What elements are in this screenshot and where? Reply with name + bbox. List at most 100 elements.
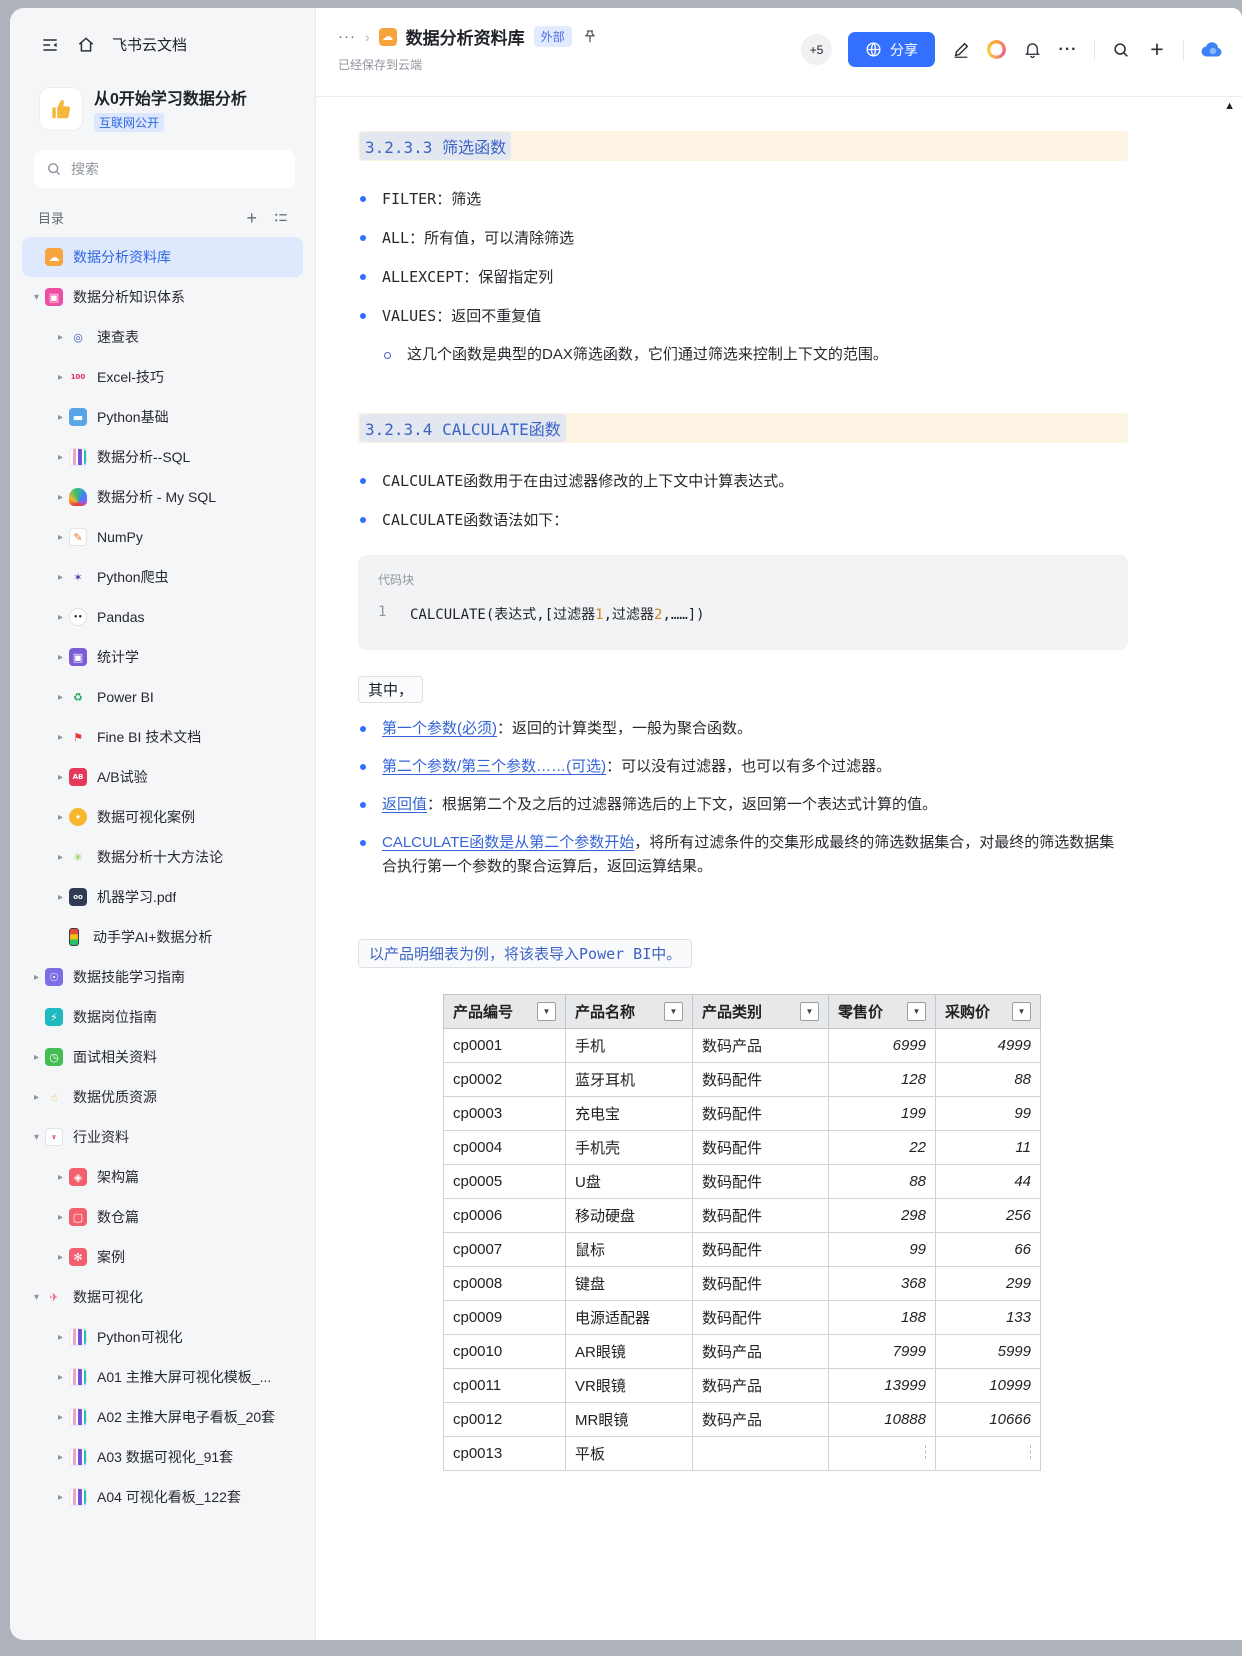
inline-link[interactable]: 第一个参数(必须) [382, 720, 497, 737]
expand-arrow-icon[interactable]: ▸ [52, 1172, 69, 1183]
table-row: cp0006 移动硬盘 数码配件 298 256 [443, 1198, 1041, 1233]
expand-arrow-icon[interactable]: ▸ [52, 612, 69, 623]
sidebar-item[interactable]: 动手学AI+数据分析 [22, 917, 303, 957]
notifications-bell-icon[interactable] [1022, 40, 1042, 59]
filter-dropdown-icon[interactable]: ▼ [907, 1002, 926, 1021]
inline-link[interactable]: 返回值 [382, 796, 427, 813]
pin-icon[interactable] [581, 28, 599, 46]
sidebar-item[interactable]: ▸ A04 可视化看板_122套 [22, 1477, 303, 1517]
more-icon[interactable]: ··· [1058, 41, 1078, 59]
edit-icon[interactable] [951, 41, 971, 59]
expand-arrow-icon[interactable]: ▸ [52, 572, 69, 583]
inline-link[interactable]: CALCULATE函数是从第二个参数开始 [382, 834, 634, 851]
inline-link[interactable]: 第二个参数/第三个参数……(可选) [382, 758, 606, 775]
share-button[interactable]: 分享 [848, 32, 935, 67]
sidebar-item[interactable]: ▸ ✻ 案例 [22, 1237, 303, 1277]
sidebar-item[interactable]: ▸ ☝ 数据优质资源 [22, 1077, 303, 1117]
collaborators-badge[interactable]: +5 [801, 34, 832, 65]
expand-arrow-icon[interactable]: ▸ [52, 652, 69, 663]
sidebar-item[interactable]: ▸ A03 数据可视化_91套 [22, 1437, 303, 1477]
sidebar-item[interactable]: ▸ ★ 数据可视化案例 [22, 797, 303, 837]
expand-arrow-icon[interactable]: ▸ [52, 1252, 69, 1263]
expand-arrow-icon[interactable]: ▸ [52, 772, 69, 783]
expand-arrow-icon[interactable]: ▸ [52, 892, 69, 903]
sidebar-item[interactable]: ▸ Python可视化 [22, 1317, 303, 1357]
sidebar-item[interactable]: ▸ ✶ Python爬虫 [22, 557, 303, 597]
expand-arrow-icon[interactable]: ▸ [52, 812, 69, 823]
sidebar-item[interactable]: ▸ ◈ 架构篇 [22, 1157, 303, 1197]
scroll-up-icon[interactable]: ▲ [1224, 100, 1235, 112]
sidebar-item[interactable]: ▸ A01 主推大屏可视化模板_... [22, 1357, 303, 1397]
breadcrumb-doc-name[interactable]: 数据分析资料库 [406, 24, 525, 49]
table-cell: 99 [828, 1232, 936, 1267]
expand-arrow-icon[interactable]: ▸ [52, 1332, 69, 1343]
bullet-dot [360, 840, 366, 846]
sidebar-item[interactable]: ▸ ✳ 数据分析十大方法论 [22, 837, 303, 877]
sidebar-item[interactable]: ▸ ▬ Python基础 [22, 397, 303, 437]
expand-arrow-icon[interactable]: ▸ [52, 452, 69, 463]
filter-dropdown-icon[interactable]: ▼ [537, 1002, 556, 1021]
breadcrumb-more-icon[interactable]: ··· [338, 28, 356, 45]
sidebar-item[interactable]: ☁ 数据分析资料库 [22, 237, 303, 277]
expand-arrow-icon[interactable]: ▸ [28, 1092, 45, 1103]
sidebar-item[interactable]: ▾ ✈ 数据可视化 [22, 1277, 303, 1317]
sidebar-item[interactable]: ▸ ⚑ Fine BI 技术文档 [22, 717, 303, 757]
sidebar-item[interactable]: ▸ 数据分析--SQL [22, 437, 303, 477]
add-icon[interactable]: + [1147, 38, 1167, 61]
filter-dropdown-icon[interactable]: ▼ [800, 1002, 819, 1021]
expand-arrow-icon[interactable]: ▸ [52, 532, 69, 543]
expand-arrow-icon[interactable]: ▸ [28, 1052, 45, 1063]
expand-arrow-icon[interactable]: ▸ [52, 1492, 69, 1503]
expand-arrow-icon[interactable]: ▸ [52, 1212, 69, 1223]
home-icon[interactable] [76, 35, 96, 55]
catalog-settings-icon[interactable] [273, 210, 289, 226]
expand-arrow-icon[interactable]: ▾ [28, 1132, 45, 1143]
sidebar-item[interactable]: ▸ oo 机器学习.pdf [22, 877, 303, 917]
table-cell: 数码配件 [692, 1164, 829, 1199]
sidebar-item[interactable]: ▸ ◷ 面试相关资料 [22, 1037, 303, 1077]
sidebar-item[interactable]: ▸ A02 主推大屏电子看板_20套 [22, 1397, 303, 1437]
expand-arrow-icon[interactable]: ▸ [52, 1452, 69, 1463]
expand-arrow-icon[interactable]: ▸ [52, 332, 69, 343]
bar-chart-icon [69, 1408, 87, 1426]
expand-arrow-icon[interactable]: ▸ [52, 852, 69, 863]
sidebar-item[interactable]: ▾ ▣ 数据分析知识体系 [22, 277, 303, 317]
expand-arrow-icon[interactable]: ▸ [52, 1372, 69, 1383]
expand-arrow-icon[interactable]: ▸ [52, 412, 69, 423]
bullet-item: VALUES：返回不重复值 [358, 304, 1128, 329]
sidebar-item[interactable]: ▸ ♻ Power BI [22, 677, 303, 717]
sidebar-item[interactable]: ▸ 数据分析 - My SQL [22, 477, 303, 517]
table-column-header: 产品类别 ▼ [692, 994, 829, 1029]
ai-assistant-icon[interactable] [987, 40, 1006, 59]
expand-arrow-icon[interactable]: ▸ [52, 692, 69, 703]
table-cell: cp0005 [443, 1164, 566, 1199]
doc-card[interactable]: 从0开始学习数据分析 互联网公开 [10, 65, 315, 132]
table-cell: 数码产品 [692, 1028, 829, 1063]
search-topbar-icon[interactable] [1111, 41, 1131, 59]
sidebar-item[interactable]: ▸ ▢ 数仓篇 [22, 1197, 303, 1237]
expand-arrow-icon[interactable]: ▸ [52, 732, 69, 743]
filter-dropdown-icon[interactable]: ▼ [664, 1002, 683, 1021]
expand-arrow-icon[interactable]: ▸ [52, 492, 69, 503]
sidebar-item[interactable]: ▾ ∨ 行业资料 [22, 1117, 303, 1157]
expand-arrow-icon[interactable]: ▾ [28, 292, 45, 303]
expand-arrow-icon[interactable]: ▸ [52, 1412, 69, 1423]
sidebar-item[interactable]: ▸ ▣ 统计学 [22, 637, 303, 677]
filter-dropdown-icon[interactable]: ▼ [1012, 1002, 1031, 1021]
expand-arrow-icon[interactable]: ▸ [28, 972, 45, 983]
sidebar-item[interactable]: ▸ •• Pandas [22, 597, 303, 637]
collapse-sidebar-icon[interactable] [40, 35, 60, 55]
table-cell: 数码产品 [692, 1402, 829, 1437]
add-page-icon[interactable]: + [246, 209, 257, 227]
sidebar-item[interactable]: ⚡ 数据岗位指南 [22, 997, 303, 1037]
rainbow-icon [69, 488, 87, 506]
search-input[interactable]: 搜索 [34, 150, 295, 188]
sidebar-item[interactable]: ▸ ◎ 速查表 [22, 317, 303, 357]
expand-arrow-icon[interactable]: ▾ [28, 1292, 45, 1303]
cloud-app-icon[interactable] [1200, 38, 1224, 62]
sidebar-item[interactable]: ▸ AB A/B试验 [22, 757, 303, 797]
expand-arrow-icon[interactable]: ▸ [52, 372, 69, 383]
sidebar-item[interactable]: ▸ 100 Excel-技巧 [22, 357, 303, 397]
sidebar-item[interactable]: ▸ ✎ NumPy [22, 517, 303, 557]
sidebar-item[interactable]: ▸ ☉ 数据技能学习指南 [22, 957, 303, 997]
